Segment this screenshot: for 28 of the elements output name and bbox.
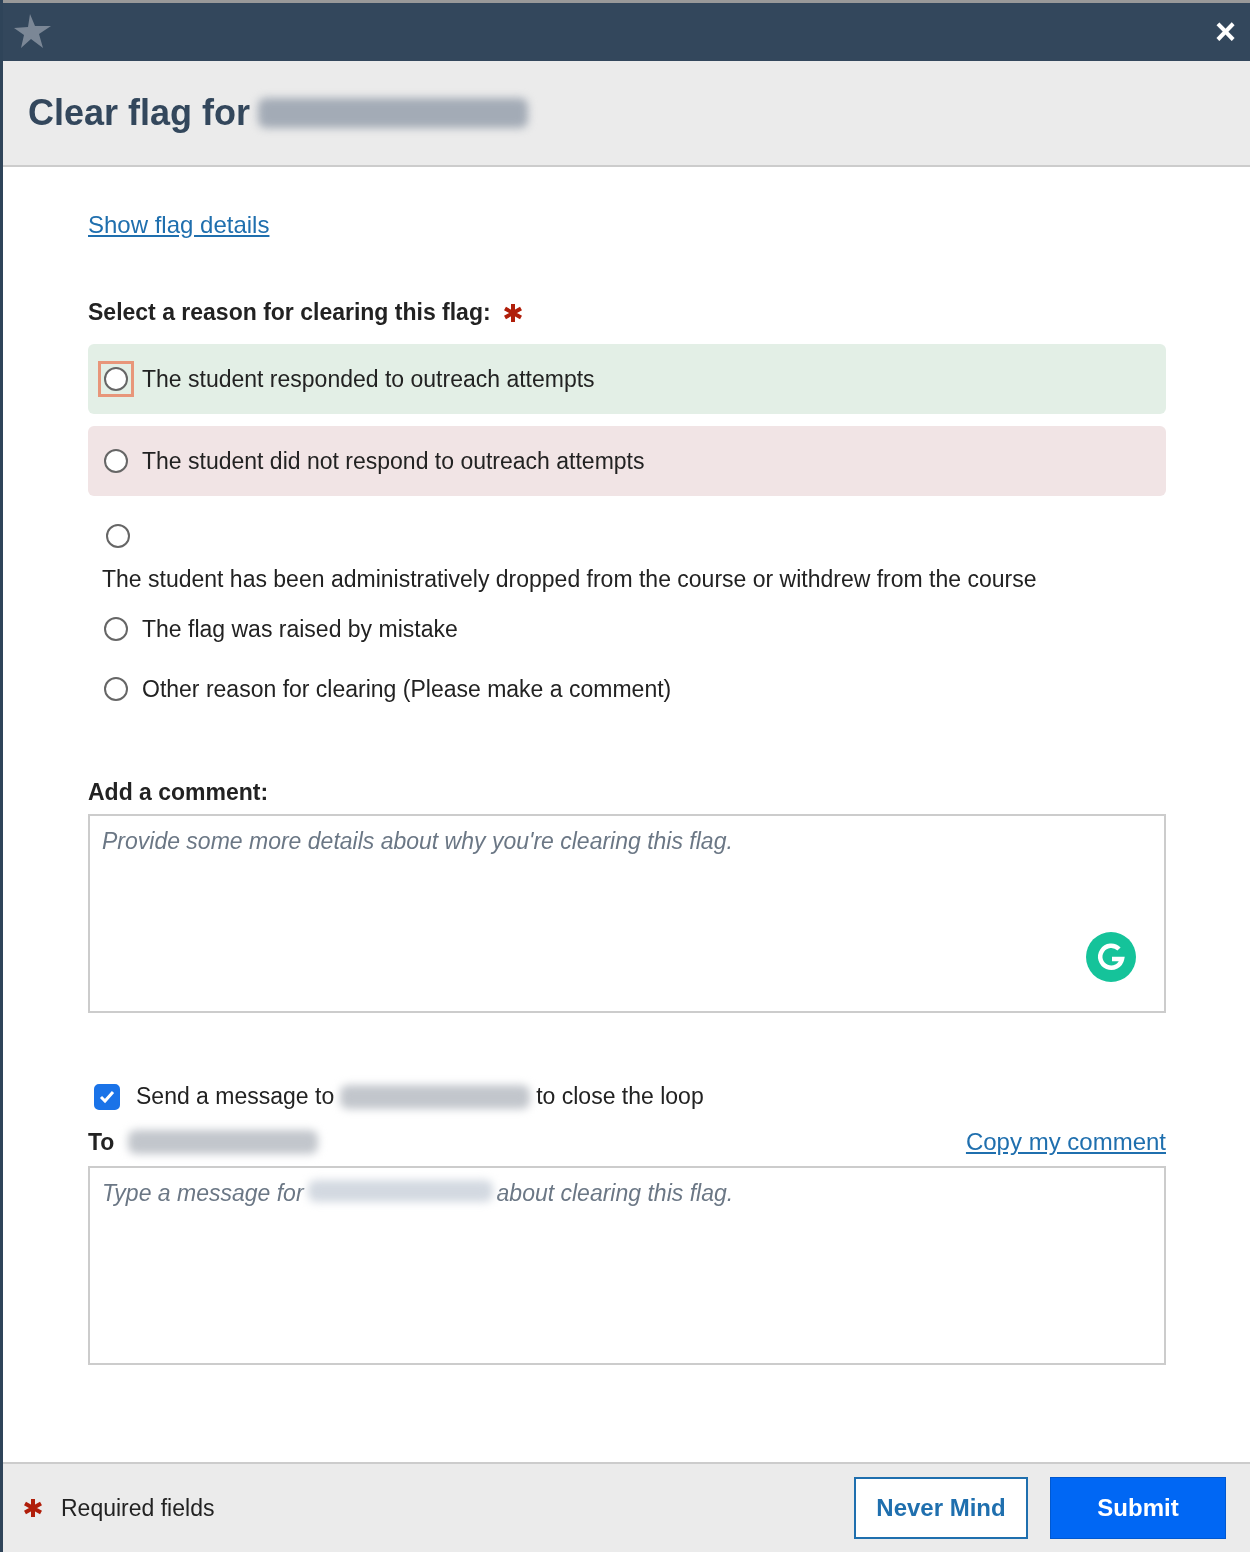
- close-button[interactable]: ×: [1208, 14, 1242, 50]
- option-label[interactable]: The student has been administratively dropped from the course or withdrew from the course: [102, 566, 1037, 593]
- option-label[interactable]: The flag was raised by mistake: [142, 615, 458, 643]
- required-fields-note: Required fields: [61, 1494, 215, 1522]
- send-message-label: Send a message to: [136, 1083, 335, 1110]
- placeholder-text: Type a message for: [102, 1180, 304, 1207]
- send-message-label: to close the loop: [536, 1083, 704, 1110]
- to-label: To: [88, 1128, 115, 1156]
- radio-button[interactable]: [104, 617, 128, 641]
- radio-button[interactable]: [104, 677, 128, 701]
- cancel-button[interactable]: Never Mind: [854, 1477, 1028, 1539]
- required-icon: [23, 1498, 43, 1518]
- comment-label: Add a comment:: [88, 779, 270, 806]
- radio-button[interactable]: [104, 449, 128, 473]
- placeholder-text: about clearing this flag.: [496, 1180, 734, 1207]
- option-label[interactable]: Other reason for clearing (Please make a comment): [142, 675, 672, 703]
- dialog-title: Clear flag for: [28, 92, 251, 134]
- show-details-link[interactable]: Show flag details: [88, 211, 270, 239]
- radio-button[interactable]: [106, 524, 130, 548]
- send-message-checkbox[interactable]: [94, 1083, 120, 1110]
- option-label[interactable]: The student did not respond to outreach attempts: [142, 447, 645, 475]
- radio-button[interactable]: [104, 367, 128, 391]
- reason-label: Select a reason for clearing this flag:: [88, 299, 491, 326]
- message-field[interactable]: Type a message for about clearing this flag.: [88, 1166, 1166, 1365]
- copy-comment-link[interactable]: Copy my comment: [965, 1128, 1166, 1156]
- comment-field[interactable]: Provide some more details about why you're clearing this flag.: [88, 814, 1166, 1013]
- submit-button[interactable]: Submit: [1050, 1477, 1226, 1539]
- option-label[interactable]: The student responded to outreach attempts: [142, 365, 595, 393]
